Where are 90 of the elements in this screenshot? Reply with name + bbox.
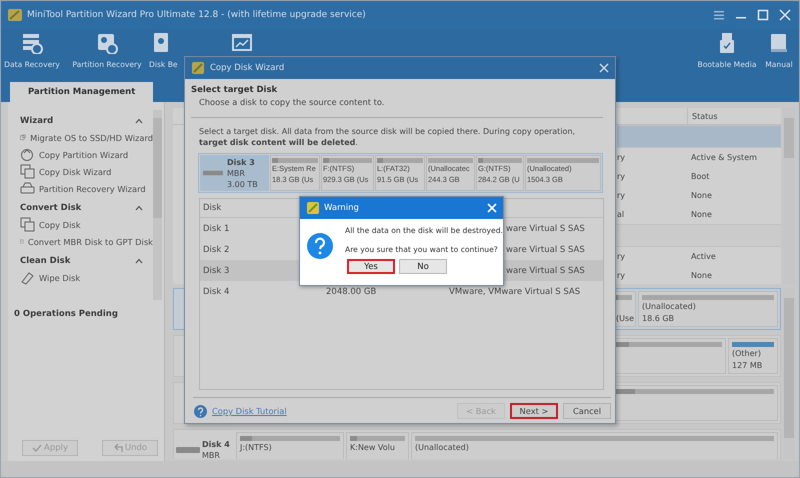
maximize-icon[interactable]	[757, 9, 769, 21]
sidebar-item[interactable]: Wipe Disk	[20, 269, 153, 286]
table-cell: al	[617, 210, 624, 219]
table-row[interactable]: ry None	[617, 186, 781, 205]
table-cell: None	[691, 191, 712, 200]
table-cell: 2048.00 GB	[326, 286, 376, 296]
tab[interactable]: Partition Management	[10, 82, 154, 102]
app-logo-icon	[191, 61, 205, 75]
table-cell: ry	[617, 271, 626, 280]
partition-size: 127 MB	[732, 360, 764, 370]
wizard-button[interactable]: Cancel	[563, 403, 611, 419]
disk-name: Disk 3	[227, 156, 256, 168]
pending-operations: 0 Operations Pending	[13, 309, 119, 319]
disk-type: MBR	[227, 168, 246, 178]
column-header[interactable]: Status	[688, 112, 718, 120]
disk-type: MBR	[202, 450, 221, 459]
partition-size: (Use	[616, 314, 632, 323]
app-logo-icon	[306, 201, 320, 215]
table-cell: VMware, VMware Virtual S SAS	[449, 286, 580, 296]
copy-icon	[20, 217, 35, 232]
table-row[interactable]: ry Active	[617, 247, 781, 266]
database-icon[interactable]	[20, 32, 44, 54]
sidebar-item[interactable]: Copy Disk Wizard	[20, 163, 153, 180]
partition-label: (Unallocated)	[642, 302, 697, 312]
table-cell: ry	[617, 153, 626, 162]
chart-window-icon[interactable]	[230, 32, 254, 54]
copy-icon	[20, 164, 35, 179]
partition-block[interactable]: (Unallocated) 18.6 GB	[638, 291, 778, 327]
dialog-title: Copy Disk Wizard	[210, 63, 286, 73]
table-cell: Active & System	[691, 153, 757, 162]
close-icon[interactable]	[599, 63, 609, 73]
window-title: MiniTool Partition Wizard Pro Ultimate 12.8 - (with lifetime upgrade service)	[27, 10, 367, 20]
partition-block[interactable]: K:New Volu	[346, 432, 409, 459]
collapse-icon[interactable]	[135, 118, 143, 124]
scrollbar[interactable]	[153, 110, 162, 300]
table-cell: Disk 3	[203, 266, 230, 276]
question-icon	[307, 233, 333, 259]
sidebar-item[interactable]: Copy Disk	[20, 216, 153, 233]
table-cell: None	[691, 210, 712, 219]
eraser-icon	[20, 270, 35, 285]
dialog-button[interactable]: Yes	[347, 259, 395, 274]
table-cell: ry	[617, 191, 626, 200]
table-cell: ry	[617, 252, 626, 261]
table-cell: Active	[691, 252, 716, 261]
table-cell: Boot	[691, 172, 710, 181]
sidebar-item[interactable]: Partition Recovery Wizard	[20, 180, 153, 197]
instruction-text: Select a target disk. All data from the source disk will be copied there. During copy operation, target disk content will be deleted.	[198, 126, 576, 148]
hard-drive-icon	[203, 169, 223, 177]
wizard-button[interactable]: Next >	[510, 403, 558, 419]
hard-drive-icon	[176, 445, 200, 455]
sidebar-item[interactable]: Copy Partition Wizard	[20, 146, 153, 163]
table-cell: Disk 4	[203, 286, 230, 296]
collapse-icon[interactable]	[135, 258, 143, 264]
partition-block[interactable]: J:(NTFS)	[236, 432, 344, 459]
disk-size: 3.00 TB	[227, 178, 258, 190]
close-icon[interactable]	[779, 9, 791, 21]
table-cell: ware Virtual S SAS	[506, 266, 585, 276]
sidebar-item[interactable]: Convert MBR Disk to GPT Disk	[20, 233, 153, 250]
table-row[interactable]: ry Boot	[617, 167, 781, 186]
table-row[interactable]: al None	[617, 205, 781, 224]
sidebar-item[interactable]: Migrate OS to SSD/HD Wizard	[20, 129, 153, 146]
disk-tile[interactable]: Disk 3 MBR 3.00 TB	[200, 155, 269, 191]
disk-row[interactable]: Disk 4 MBR J:(NTFS) K:New Volu (Unallocated)	[173, 429, 781, 459]
partition-label: K:New Volu	[350, 443, 396, 453]
section-heading: Clean Disk	[20, 256, 70, 266]
help-icon	[194, 404, 207, 418]
undo-icon	[112, 443, 123, 453]
collapse-icon[interactable]	[135, 205, 143, 211]
section-heading: Select target Disk	[191, 85, 278, 95]
section-heading: Wizard	[20, 116, 54, 126]
partition-size: 18.6 GB	[642, 314, 676, 323]
table-cell: None	[691, 271, 712, 280]
disk-name: Disk 4	[202, 439, 230, 450]
table-row[interactable]: ry None	[617, 266, 781, 284]
app-logo-icon	[7, 7, 23, 23]
table-row[interactable]: ry Active & System	[617, 148, 781, 167]
partition-label: J:(NTFS)	[240, 443, 273, 453]
subtitle: Choose a disk to copy the source content to.	[198, 97, 386, 107]
section-heading: Convert Disk	[20, 203, 82, 213]
check-icon	[32, 443, 42, 453]
drive-icon	[20, 181, 35, 196]
partition-label: (Other)	[732, 349, 762, 358]
partition-block[interactable]: (Unallocated)	[411, 432, 778, 459]
recovery-icon[interactable]	[95, 32, 119, 54]
menu-icon[interactable]	[713, 9, 725, 21]
dialog-button[interactable]: No	[399, 259, 447, 274]
partition-block[interactable]: (Other) 127 MB	[728, 338, 778, 374]
table-cell: ry	[617, 172, 626, 181]
partition-label: (Unallocated)	[415, 443, 470, 453]
dialog-title: Warning	[324, 203, 360, 213]
